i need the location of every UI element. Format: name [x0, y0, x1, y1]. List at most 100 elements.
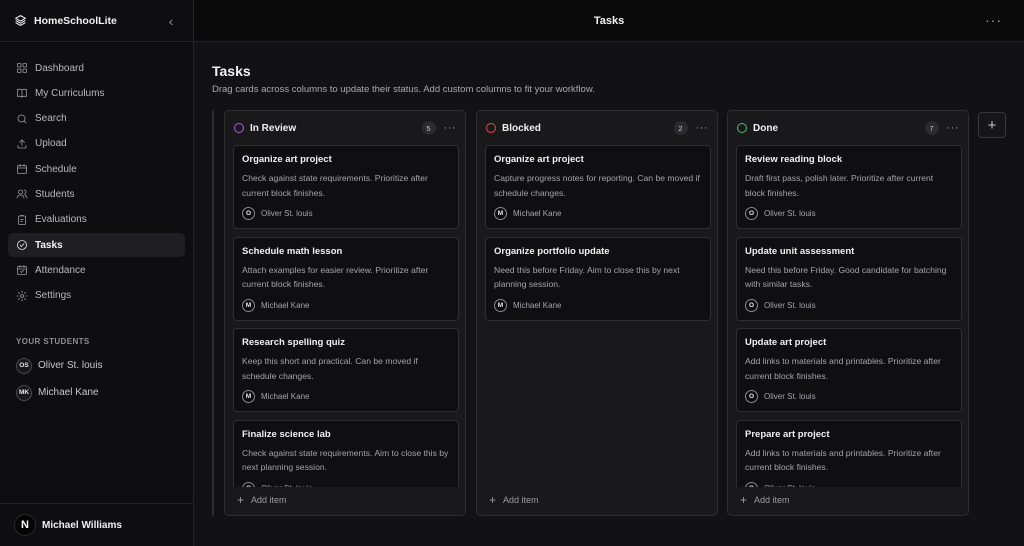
- sidebar-item-label: Attendance: [35, 264, 86, 276]
- page-description: Drag cards across columns to update thei…: [212, 84, 595, 95]
- sidebar-item-label: Search: [35, 113, 67, 125]
- column-title: Blocked: [502, 122, 541, 134]
- board-scroll-indicator[interactable]: [212, 110, 214, 516]
- book-icon: [16, 87, 35, 99]
- column-more-icon[interactable]: ···: [696, 122, 709, 134]
- sidebar-item-label: Tasks: [35, 239, 63, 251]
- task-card[interactable]: Schedule math lesson Attach examples for …: [233, 236, 459, 321]
- status-ring-icon: [737, 123, 747, 133]
- column-more-icon[interactable]: ···: [947, 122, 960, 134]
- column-count-badge: 7: [924, 121, 939, 135]
- assignee-name: Oliver St. louis: [764, 392, 816, 401]
- sidebar-item-label: My Curriculums: [35, 87, 105, 99]
- sidebar-item-attendance[interactable]: Attendance: [8, 258, 185, 282]
- sidebar-item-label: Schedule: [35, 163, 77, 175]
- add-column-button[interactable]: +: [978, 112, 1006, 138]
- sidebar-item-schedule[interactable]: Schedule: [8, 157, 185, 181]
- task-assignee: O Oliver St. louis: [745, 390, 816, 403]
- students-section-heading: YOUR STUDENTS: [16, 336, 90, 346]
- student-avatar: MK: [16, 384, 32, 401]
- task-title: Finalize science lab: [242, 428, 331, 440]
- column-title: Done: [753, 122, 778, 134]
- task-card[interactable]: Research spelling quiz Keep this short an…: [233, 328, 459, 412]
- assignee-name: Michael Kane: [513, 300, 562, 310]
- sidebar-item-evaluations[interactable]: Evaluations: [8, 208, 185, 232]
- assignee-name: Michael Kane: [261, 392, 310, 401]
- top-bar: Tasks ···: [194, 0, 1024, 42]
- task-description: Check against state requirements. Aim to…: [242, 447, 449, 473]
- task-description: Capture progress notes for reporting. Ca…: [494, 173, 700, 198]
- task-description: Need this before Friday. Aim to close th…: [494, 264, 680, 290]
- students-list: OS Oliver St. louis MK Michael Kane: [0, 353, 193, 406]
- page-title: Tasks: [212, 63, 251, 79]
- sidebar-header: HomeSchoolLite ‹: [0, 0, 193, 42]
- user-avatar[interactable]: N: [14, 514, 36, 536]
- column-header: In Review 5 ···: [225, 111, 465, 145]
- more-options-icon[interactable]: ···: [985, 13, 1002, 27]
- sidebar-item-upload[interactable]: Upload: [8, 132, 185, 156]
- board-column: Done 7 ··· Review reading block Draft first …: [727, 110, 969, 516]
- assignee-name: Oliver St. louis: [764, 209, 816, 218]
- column-header: Done 7 ···: [728, 111, 968, 145]
- task-assignee: O Oliver St. louis: [745, 298, 816, 312]
- sidebar-item-tasks[interactable]: Tasks: [8, 233, 185, 258]
- task-description: Keep this short and practical. Can be mo…: [242, 356, 418, 381]
- collapse-sidebar-icon[interactable]: ‹: [163, 14, 179, 28]
- sidebar-item-dashboard[interactable]: Dashboard: [8, 56, 185, 80]
- task-card[interactable]: Review reading block Draft first pass, po…: [736, 145, 962, 229]
- task-description: Need this before Friday. Good candidate …: [745, 264, 947, 290]
- user-profile[interactable]: N Michael Williams: [0, 503, 193, 546]
- task-description: Draft first pass, polish later. Prioriti…: [745, 173, 934, 198]
- task-card[interactable]: Organize portfolio update Need this befor…: [485, 236, 711, 321]
- task-title: Research spelling quiz: [242, 337, 345, 348]
- sidebar-item-label: Settings: [35, 290, 72, 302]
- sidebar-item-label: Evaluations: [35, 214, 87, 226]
- task-title: Organize art project: [494, 154, 584, 165]
- status-ring-icon: [234, 123, 244, 133]
- task-card[interactable]: Organize art project Check against state …: [233, 145, 459, 229]
- column-count-badge: 2: [673, 121, 688, 135]
- add-item-button[interactable]: + Add item: [740, 485, 790, 515]
- task-description: Check against state requirements. Priori…: [242, 173, 428, 198]
- student-name: Oliver St. louis: [38, 360, 103, 372]
- column-more-icon[interactable]: ···: [444, 122, 457, 134]
- plus-icon: +: [489, 493, 497, 507]
- task-card[interactable]: Organize art project Capture progress not…: [485, 145, 711, 229]
- task-title: Update unit assessment: [745, 245, 855, 257]
- column-count-badge: 5: [421, 121, 436, 135]
- student-item[interactable]: OS Oliver St. louis: [0, 353, 193, 379]
- add-item-button[interactable]: + Add item: [489, 485, 539, 515]
- task-card[interactable]: Finalize science lab Check against state …: [233, 419, 459, 487]
- add-item-button[interactable]: + Add item: [237, 485, 287, 515]
- app-brand: HomeSchoolLite: [34, 14, 117, 27]
- gear-icon: [16, 290, 35, 302]
- sidebar-item-label: Upload: [35, 138, 67, 150]
- task-card[interactable]: Update art project Add links to materials…: [736, 328, 962, 412]
- assignee-avatar: M: [494, 207, 507, 220]
- sidebar-item-search[interactable]: Search: [8, 107, 185, 131]
- assignee-name: Oliver St. louis: [764, 300, 816, 310]
- task-card[interactable]: Prepare art project Add links to material…: [736, 419, 962, 487]
- task-assignee: M Michael Kane: [494, 298, 562, 312]
- sidebar-item-settings[interactable]: Settings: [8, 284, 185, 308]
- board-column: Blocked 2 ··· Organize art project Capture p…: [476, 110, 718, 516]
- task-title: Schedule math lesson: [242, 245, 343, 257]
- add-item-label: Add item: [503, 495, 539, 505]
- task-title: Organize portfolio update: [494, 245, 610, 257]
- student-item[interactable]: MK Michael Kane: [0, 380, 193, 406]
- sidebar-item-students[interactable]: Students: [8, 182, 185, 206]
- assignee-avatar: M: [242, 298, 255, 312]
- assignee-name: Oliver St. louis: [261, 209, 313, 218]
- calendar-icon: [16, 163, 35, 175]
- sidebar-item-curriculums[interactable]: My Curriculums: [8, 81, 185, 105]
- board-column: In Review 5 ··· Organize art project Check a…: [224, 110, 466, 516]
- assignee-avatar: O: [745, 207, 758, 220]
- sidebar-item-label: Students: [35, 188, 75, 200]
- task-assignee: M Michael Kane: [494, 207, 561, 220]
- user-name: Michael Williams: [42, 519, 122, 531]
- task-assignee: O Oliver St. louis: [242, 207, 313, 220]
- task-card[interactable]: Update unit assessment Need this before F…: [736, 236, 962, 321]
- add-item-label: Add item: [754, 495, 790, 505]
- calendar-check-icon: [16, 264, 35, 276]
- task-title: Organize art project: [242, 154, 332, 165]
